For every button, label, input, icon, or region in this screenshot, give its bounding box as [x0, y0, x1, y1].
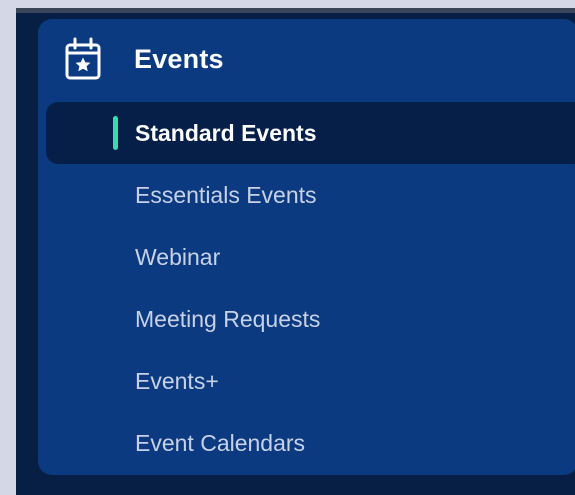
- menu-item-meeting-requests[interactable]: Meeting Requests: [46, 288, 575, 350]
- events-nav-panel: Events Standard Events Essentials Events…: [38, 19, 575, 475]
- app-frame: Events Standard Events Essentials Events…: [16, 8, 575, 495]
- menu-item-label: Essentials Events: [135, 181, 317, 208]
- menu-item-label: Meeting Requests: [135, 305, 321, 332]
- menu-item-webinar[interactable]: Webinar: [46, 226, 575, 288]
- menu-item-standard-events[interactable]: Standard Events: [46, 102, 575, 164]
- menu-item-label: Standard Events: [135, 119, 317, 146]
- events-section-header[interactable]: Events: [64, 33, 224, 85]
- menu-item-label: Webinar: [135, 243, 221, 270]
- menu-item-essentials-events[interactable]: Essentials Events: [46, 164, 575, 226]
- menu-item-events-plus[interactable]: Events+: [46, 350, 575, 412]
- calendar-star-icon: [64, 33, 102, 85]
- section-title: Events: [134, 43, 224, 74]
- active-indicator: [113, 116, 118, 150]
- events-menu: Standard Events Essentials Events Webina…: [46, 102, 575, 474]
- menu-item-label: Events+: [135, 367, 219, 394]
- menu-item-event-calendars[interactable]: Event Calendars: [46, 412, 575, 474]
- menu-item-label: Event Calendars: [135, 429, 306, 456]
